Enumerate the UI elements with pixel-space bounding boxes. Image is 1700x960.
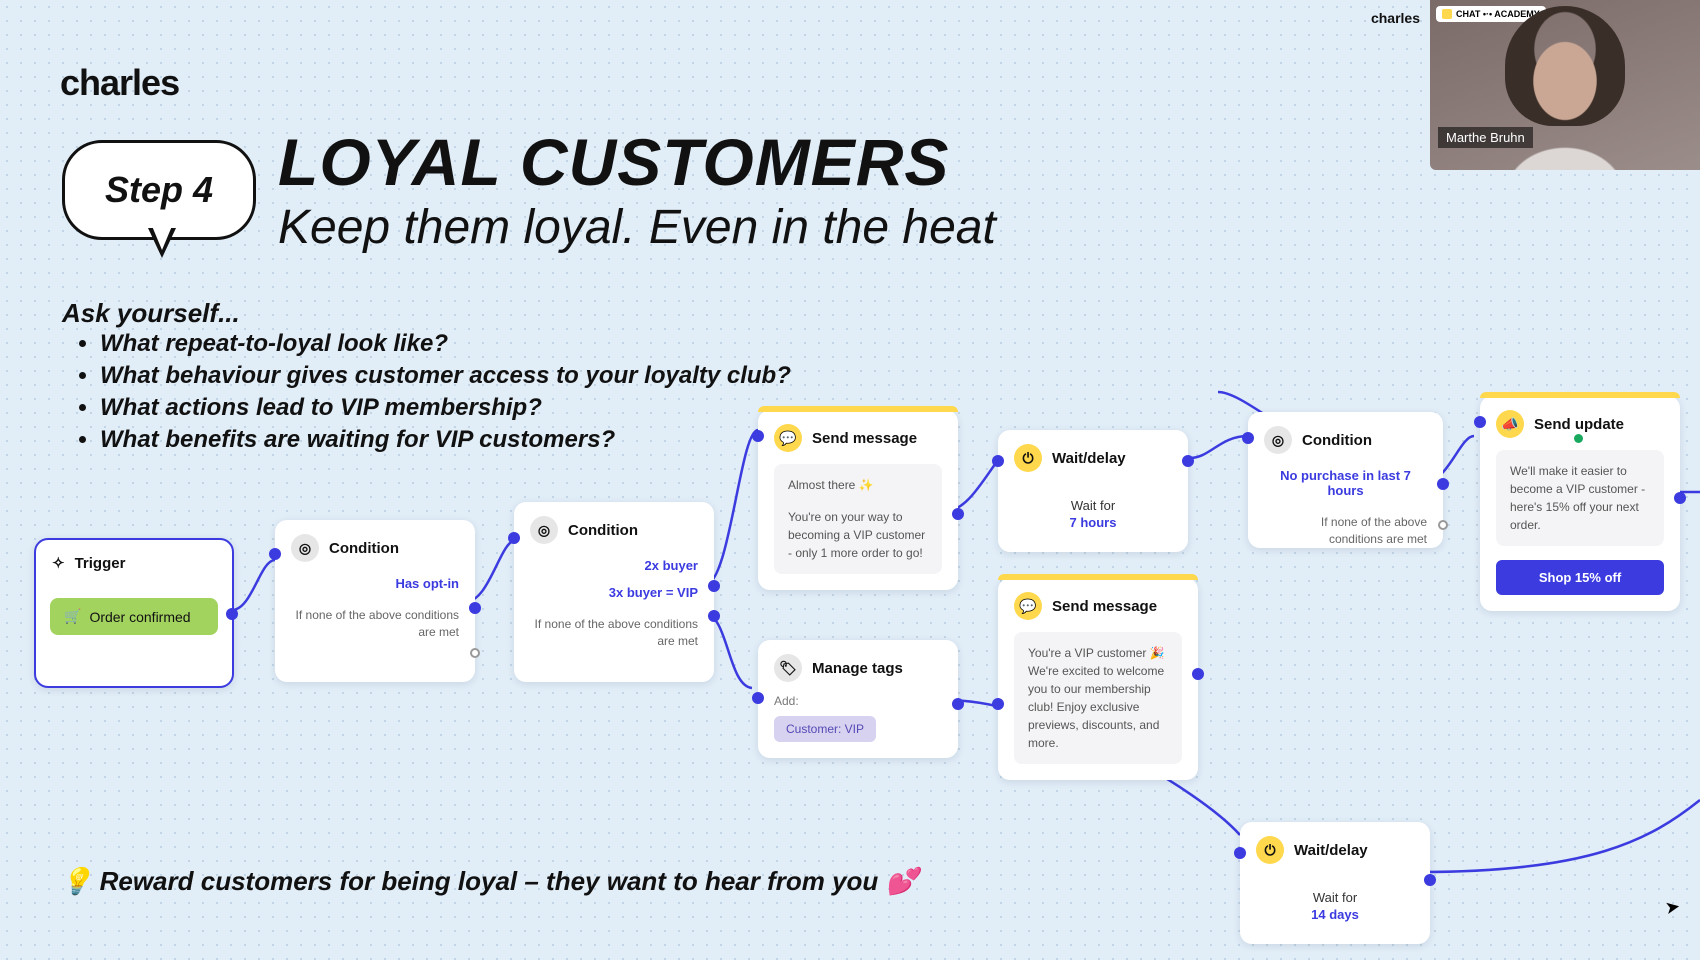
node-title: Condition xyxy=(568,522,638,539)
brand-logo: charles xyxy=(60,62,179,104)
node-title: Send update xyxy=(1534,416,1624,433)
clock-icon: ⏻ xyxy=(1014,444,1042,472)
port-out[interactable] xyxy=(226,608,238,620)
trigger-pill[interactable]: 🛒 Order confirmed xyxy=(50,598,218,635)
flow-node-condition-2[interactable]: ◎ Condition 2x buyer 3x buyer = VIP If n… xyxy=(514,502,714,682)
bullet-item: What benefits are waiting for VIP custom… xyxy=(100,426,791,454)
flow-node-send-message-2[interactable]: 💬 Send message You're a VIP customer 🎉 W… xyxy=(998,578,1198,780)
trigger-label: Order confirmed xyxy=(89,609,190,625)
port-in[interactable] xyxy=(1242,432,1254,444)
flow-node-trigger[interactable]: ✧ Trigger 🛒 Order confirmed xyxy=(34,538,234,688)
port-out[interactable] xyxy=(952,698,964,710)
page-title: LOYAL CUSTOMERS xyxy=(278,124,949,200)
condition-option[interactable]: Has opt-in xyxy=(275,570,475,597)
rocket-icon: ✧ xyxy=(52,554,65,572)
cta-button[interactable]: Shop 15% off xyxy=(1496,560,1664,595)
message-content: You're a VIP customer 🎉 We're excited to… xyxy=(1014,632,1182,764)
port-in[interactable] xyxy=(992,698,1004,710)
port-out[interactable] xyxy=(1182,455,1194,467)
chat-icon: 💬 xyxy=(774,424,802,452)
accent-strip xyxy=(758,406,958,412)
flow-node-wait-2[interactable]: ⏻ Wait/delay Wait for 14 days xyxy=(1240,822,1430,944)
port-out-fallback[interactable] xyxy=(470,648,480,658)
node-title: Manage tags xyxy=(812,660,903,677)
port-in[interactable] xyxy=(1474,416,1486,428)
port-in[interactable] xyxy=(508,532,520,544)
wait-label: Wait for xyxy=(998,498,1188,513)
port-out-opt1[interactable] xyxy=(708,580,720,592)
presenter-name: Marthe Bruhn xyxy=(1438,127,1533,148)
bullet-item: What actions lead to VIP membership? xyxy=(100,394,791,422)
port-out[interactable] xyxy=(1424,874,1436,886)
eye-icon: ◎ xyxy=(1264,426,1292,454)
port-out-opt1[interactable] xyxy=(469,602,481,614)
node-title: Send message xyxy=(812,430,917,447)
flow-node-wait-1[interactable]: ⏻ Wait/delay Wait for 7 hours xyxy=(998,430,1188,552)
wait-value: 7 hours xyxy=(998,515,1188,530)
port-in[interactable] xyxy=(752,430,764,442)
presenter-webcam: CHAT •·• ACADEMY Marthe Bruhn xyxy=(1430,0,1700,170)
condition-fallback: If none of the above conditions are met xyxy=(1248,504,1443,562)
clock-icon: ⏻ xyxy=(1256,836,1284,864)
port-in[interactable] xyxy=(1234,847,1246,859)
status-dot-icon xyxy=(1574,434,1583,443)
message-content: We'll make it easier to become a VIP cus… xyxy=(1496,450,1664,546)
node-title: Send message xyxy=(1052,598,1157,615)
port-out[interactable] xyxy=(1192,668,1204,680)
presenter-silhouette xyxy=(1495,30,1635,170)
cart-icon: 🛒 xyxy=(64,608,81,625)
condition-fallback: If none of the above conditions are met xyxy=(514,606,714,664)
megaphone-icon: 📣 xyxy=(1496,410,1524,438)
port-out-opt1[interactable] xyxy=(1437,478,1449,490)
flow-node-send-message-1[interactable]: 💬 Send message Almost there ✨ You're on … xyxy=(758,410,958,590)
flow-node-manage-tags[interactable]: 🏷 Manage tags Add: Customer: VIP xyxy=(758,640,958,758)
step-bubble: Step 4 xyxy=(62,140,256,240)
footer-tip: 💡 Reward customers for being loyal – the… xyxy=(60,866,918,897)
node-title: Condition xyxy=(1302,432,1372,449)
chat-icon: 💬 xyxy=(1014,592,1042,620)
node-title: Wait/delay xyxy=(1294,842,1368,859)
msg-line1: Almost there ✨ xyxy=(788,476,928,494)
ask-bullets: What repeat-to-loyal look like? What beh… xyxy=(100,330,791,458)
flow-node-condition-3[interactable]: ◎ Condition No purchase in last 7 hours … xyxy=(1248,412,1443,548)
wait-label: Wait for xyxy=(1240,890,1430,905)
wait-value: 14 days xyxy=(1240,907,1430,922)
message-content: Almost there ✨ You're on your way to bec… xyxy=(774,464,942,574)
port-out-opt2[interactable] xyxy=(708,610,720,622)
condition-option[interactable]: 2x buyer xyxy=(514,552,714,579)
condition-option[interactable]: No purchase in last 7 hours xyxy=(1248,462,1443,504)
watermark: charles xyxy=(1371,10,1420,26)
page-subtitle: Keep them loyal. Even in the heat xyxy=(278,200,996,255)
condition-option[interactable]: 3x buyer = VIP xyxy=(514,579,714,606)
eye-icon: ◎ xyxy=(291,534,319,562)
port-out[interactable] xyxy=(952,508,964,520)
port-in[interactable] xyxy=(269,548,281,560)
node-title: Trigger xyxy=(75,555,126,572)
port-out[interactable] xyxy=(1674,492,1686,504)
condition-fallback: If none of the above conditions are met xyxy=(275,597,475,655)
bullet-item: What repeat-to-loyal look like? xyxy=(100,330,791,358)
port-out-fallback[interactable] xyxy=(1438,520,1448,530)
flow-node-condition-1[interactable]: ◎ Condition Has opt-in If none of the ab… xyxy=(275,520,475,682)
cursor-icon: ➤ xyxy=(1663,896,1682,919)
port-in[interactable] xyxy=(752,692,764,704)
eye-icon: ◎ xyxy=(530,516,558,544)
flow-node-send-update[interactable]: 📣 Send update We'll make it easier to be… xyxy=(1480,396,1680,611)
node-title: Wait/delay xyxy=(1052,450,1126,467)
port-in[interactable] xyxy=(992,455,1004,467)
accent-strip xyxy=(1480,392,1680,398)
ask-heading: Ask yourself... xyxy=(62,298,240,329)
msg-body: You're on your way to becoming a VIP cus… xyxy=(788,508,928,562)
bullet-item: What behaviour gives customer access to … xyxy=(100,362,791,390)
badge-text: CHAT •·• ACADEMY xyxy=(1456,9,1540,19)
accent-strip xyxy=(998,574,1198,580)
tag-chip[interactable]: Customer: VIP xyxy=(774,716,876,742)
badge-icon xyxy=(1442,9,1452,19)
add-label: Add: xyxy=(774,694,942,708)
slide-canvas: charles Step 4 LOYAL CUSTOMERS Keep them… xyxy=(0,0,1700,960)
tag-icon: 🏷 xyxy=(774,654,802,682)
speech-tail-icon xyxy=(148,228,176,258)
node-title: Condition xyxy=(329,540,399,557)
